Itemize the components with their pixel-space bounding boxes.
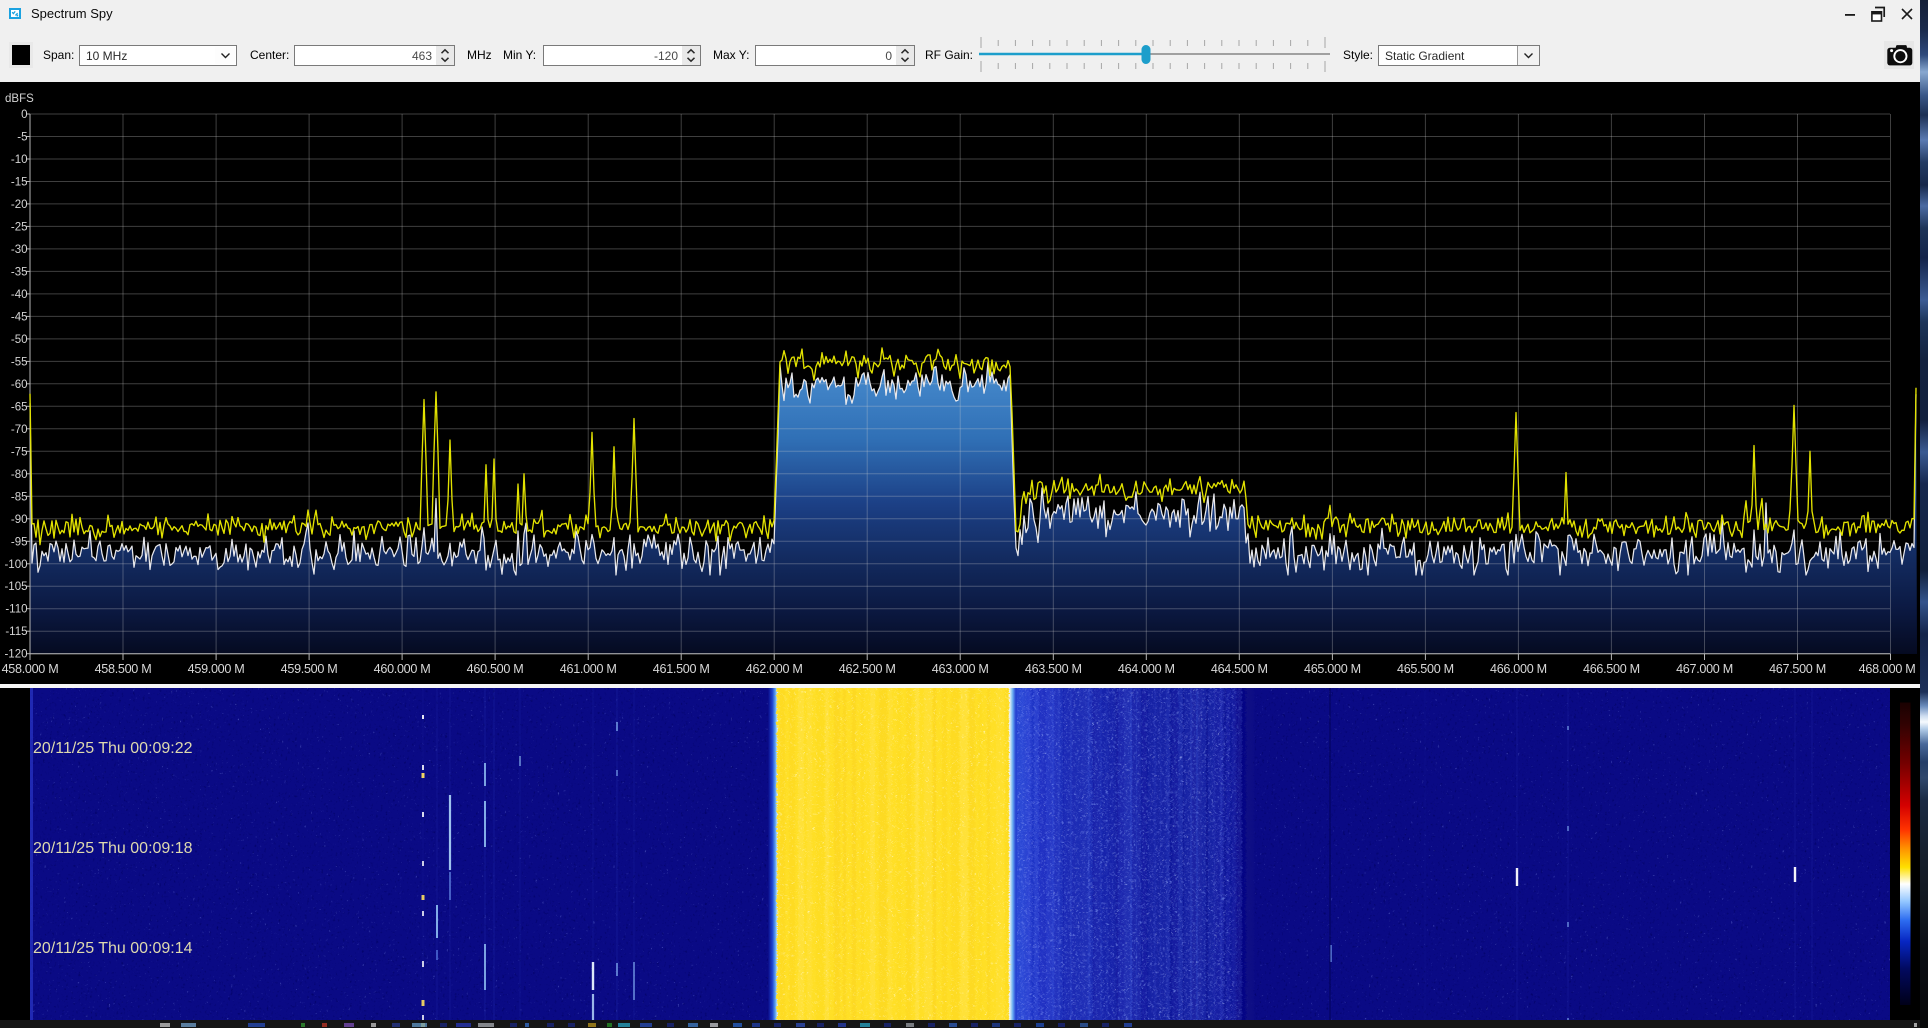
svg-text:20/11/25 Thu 00:09:18: 20/11/25 Thu 00:09:18 xyxy=(33,840,193,857)
svg-text:20/11/25 Thu 00:09:14: 20/11/25 Thu 00:09:14 xyxy=(33,940,193,957)
svg-text:-55: -55 xyxy=(11,356,28,368)
svg-text:0: 0 xyxy=(21,109,27,121)
svg-text:-50: -50 xyxy=(11,334,28,346)
svg-text:462.000 M: 462.000 M xyxy=(746,662,803,676)
svg-text:dBFS: dBFS xyxy=(5,93,34,105)
svg-text:468.000 M: 468.000 M xyxy=(1859,662,1916,676)
svg-text:461.500 M: 461.500 M xyxy=(653,662,710,676)
svg-text:464.000 M: 464.000 M xyxy=(1118,662,1175,676)
svg-text:467.000 M: 467.000 M xyxy=(1676,662,1733,676)
svg-text:-65: -65 xyxy=(11,401,28,413)
svg-text:-115: -115 xyxy=(5,626,27,638)
svg-text:459.500 M: 459.500 M xyxy=(281,662,338,676)
svg-text:467.500 M: 467.500 M xyxy=(1769,662,1826,676)
svg-text:458.000 M: 458.000 M xyxy=(2,662,59,676)
svg-text:-25: -25 xyxy=(11,221,28,233)
svg-text:-45: -45 xyxy=(11,311,28,323)
svg-text:-90: -90 xyxy=(11,514,28,526)
svg-text:465.000 M: 465.000 M xyxy=(1304,662,1361,676)
svg-text:-30: -30 xyxy=(11,244,28,256)
svg-text:463.500 M: 463.500 M xyxy=(1025,662,1082,676)
svg-text:-75: -75 xyxy=(11,446,28,458)
svg-text:462.500 M: 462.500 M xyxy=(839,662,896,676)
svg-text:-80: -80 xyxy=(11,469,28,481)
svg-text:20/11/25 Thu 00:09:22: 20/11/25 Thu 00:09:22 xyxy=(33,740,193,757)
svg-text:466.500 M: 466.500 M xyxy=(1583,662,1640,676)
svg-text:-15: -15 xyxy=(11,177,28,189)
svg-text:458.500 M: 458.500 M xyxy=(95,662,152,676)
svg-text:466.000 M: 466.000 M xyxy=(1490,662,1547,676)
svg-text:461.000 M: 461.000 M xyxy=(560,662,617,676)
svg-text:-40: -40 xyxy=(11,289,28,301)
svg-text:459.000 M: 459.000 M xyxy=(188,662,245,676)
svg-text:-60: -60 xyxy=(11,379,28,391)
svg-text:465.500 M: 465.500 M xyxy=(1397,662,1454,676)
svg-text:-95: -95 xyxy=(11,536,28,548)
svg-text:-5: -5 xyxy=(17,132,27,144)
svg-text:-10: -10 xyxy=(11,154,28,166)
svg-text:463.000 M: 463.000 M xyxy=(932,662,989,676)
svg-text:464.500 M: 464.500 M xyxy=(1211,662,1268,676)
svg-text:460.500 M: 460.500 M xyxy=(467,662,524,676)
svg-text:-120: -120 xyxy=(4,649,27,661)
svg-text:-85: -85 xyxy=(11,491,28,503)
svg-text:-70: -70 xyxy=(11,424,28,436)
svg-text:-105: -105 xyxy=(4,581,27,593)
svg-text:-35: -35 xyxy=(11,266,28,278)
svg-text:460.000 M: 460.000 M xyxy=(374,662,431,676)
svg-text:-20: -20 xyxy=(11,199,28,211)
svg-text:-110: -110 xyxy=(5,604,27,616)
svg-text:-100: -100 xyxy=(4,559,27,571)
